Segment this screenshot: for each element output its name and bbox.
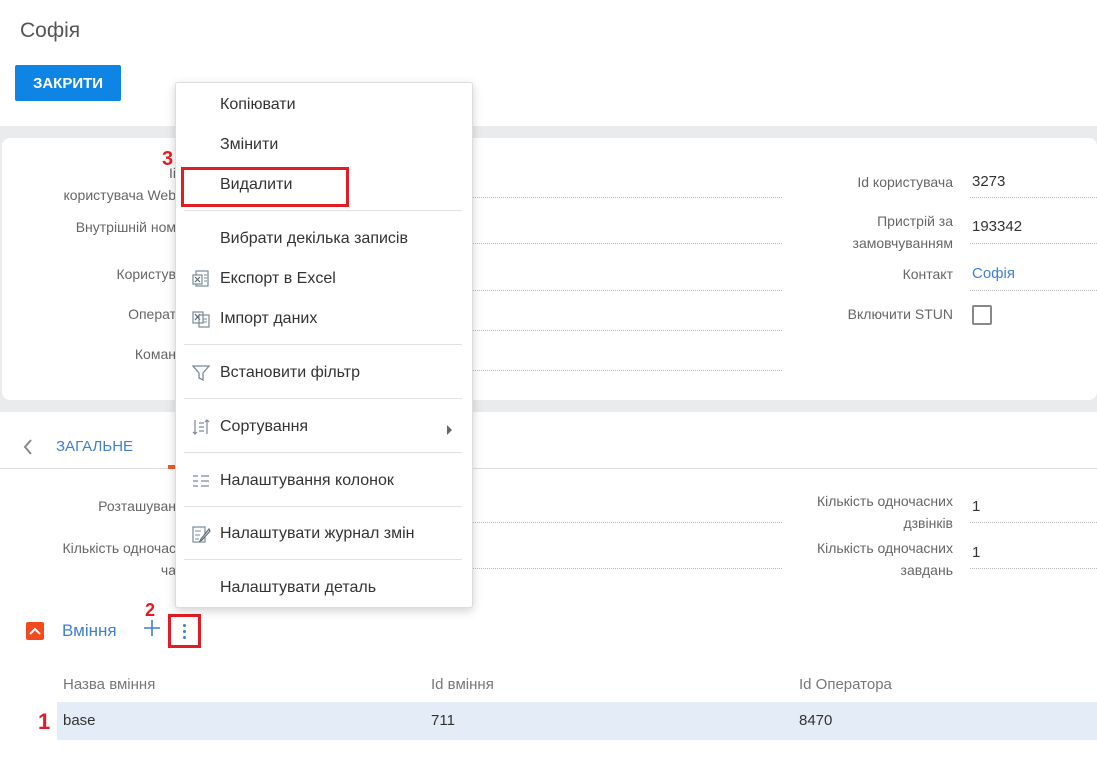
menu-item-set-filter[interactable]: Встановити фільтр <box>176 358 472 388</box>
menu-item-label: Імпорт даних <box>220 310 318 327</box>
menu-item-export-excel[interactable]: Експорт в Excel <box>176 264 472 294</box>
label-default-device-1: Пристрій за <box>877 213 953 229</box>
submenu-arrow-icon <box>446 422 453 440</box>
label-tasks-2: завдань <box>900 562 953 578</box>
context-menu: Копіювати Змінити Видалити Вибрати декіл… <box>175 82 473 608</box>
field-team[interactable] <box>472 370 782 371</box>
sort-icon <box>191 417 211 437</box>
menu-item-label: Налаштувати журнал змін <box>220 525 415 542</box>
label-calls-2: дзвінків <box>903 515 953 531</box>
label-calls-1: Кількість одночасних <box>816 493 953 509</box>
label-user-id: Id користувача <box>857 174 953 190</box>
label-location: Розташуван <box>98 498 176 514</box>
label-contact: Контакт <box>902 266 953 282</box>
columns-settings-icon <box>191 471 211 491</box>
filter-icon <box>191 363 211 383</box>
tab-divider <box>0 468 1097 469</box>
menu-item-label: Налаштування колонок <box>220 472 394 489</box>
menu-item-select-multiple[interactable]: Вибрати декілька записів <box>176 224 472 254</box>
field-calls <box>970 522 1097 523</box>
more-vertical-icon <box>183 623 186 639</box>
field-operator[interactable] <box>472 330 782 331</box>
field-simultaneous-chats[interactable] <box>472 568 782 569</box>
menu-item-change-log[interactable]: Налаштувати журнал змін <box>176 519 472 549</box>
tab-scroll-left-icon[interactable] <box>22 438 34 461</box>
column-header-skill-id[interactable]: Id вміння <box>431 676 494 693</box>
field-internal-number[interactable] <box>472 243 782 244</box>
stun-checkbox[interactable] <box>972 305 992 325</box>
menu-item-label: Встановити фільтр <box>220 364 360 381</box>
collapse-detail-icon[interactable] <box>26 622 44 640</box>
menu-divider <box>184 210 462 211</box>
step-marker-2: 2 <box>145 600 156 620</box>
menu-item-import-data[interactable]: Імпорт даних <box>176 304 472 334</box>
menu-divider <box>184 506 462 507</box>
field-user-id <box>970 197 1097 198</box>
label-tasks-1: Кількість одночасних <box>816 540 953 556</box>
menu-divider <box>184 398 462 399</box>
cell-skill-id: 711 <box>431 712 455 729</box>
menu-item-label: Вибрати декілька записів <box>220 230 408 247</box>
label-operator: Операт <box>128 306 176 322</box>
menu-item-edit[interactable]: Змінити <box>176 130 472 160</box>
table-row[interactable] <box>57 702 1097 740</box>
label-simultaneous-1: Кількість одночас <box>62 540 177 556</box>
label-simultaneous-2: ча <box>160 562 176 578</box>
step-marker-3: 3 <box>162 148 174 170</box>
change-log-icon <box>191 524 211 544</box>
more-actions-button[interactable] <box>168 614 201 648</box>
menu-item-columns-settings[interactable]: Налаштування колонок <box>176 466 472 496</box>
contact-link[interactable]: Софія <box>972 265 1015 282</box>
label-default-device-2: замовчуванням <box>852 235 953 251</box>
user-id-value[interactable]: 3273 <box>972 173 1005 190</box>
menu-item-label: Експорт в Excel <box>220 270 336 287</box>
default-device-value[interactable]: 193342 <box>972 218 1022 235</box>
menu-item-sorting[interactable]: Сортування <box>176 412 472 442</box>
column-header-operator-id[interactable]: Id Оператора <box>799 676 892 693</box>
label-stun: Включити STUN <box>847 306 953 322</box>
label-user: Користув <box>116 266 176 282</box>
menu-divider <box>184 344 462 345</box>
label-internal-number: Внутрішній ном <box>75 219 176 235</box>
field-contact <box>970 290 1097 291</box>
calls-value[interactable]: 1 <box>972 498 980 515</box>
menu-item-label: Копіювати <box>220 96 296 113</box>
step-marker-1: 1 <box>38 709 51 734</box>
detail-title[interactable]: Вміння <box>62 621 117 641</box>
close-button[interactable]: ЗАКРИТИ <box>15 65 121 101</box>
cell-skill-name: base <box>63 712 96 729</box>
menu-item-label: Сортування <box>220 418 309 435</box>
menu-divider <box>184 559 462 560</box>
data-import-icon <box>191 309 211 329</box>
menu-item-label: Змінити <box>220 136 279 153</box>
menu-item-detail-settings[interactable]: Налаштувати деталь <box>176 573 472 603</box>
menu-item-copy[interactable]: Копіювати <box>176 90 472 120</box>
excel-export-icon <box>191 269 211 289</box>
tasks-value[interactable]: 1 <box>972 544 980 561</box>
cell-operator-id: 8470 <box>799 712 833 729</box>
field-web-user[interactable] <box>472 197 782 198</box>
field-default-device <box>970 243 1097 244</box>
page-title: Софія <box>20 19 81 42</box>
menu-item-label: Налаштувати деталь <box>220 579 377 596</box>
menu-divider <box>184 452 462 453</box>
field-tasks <box>970 568 1097 569</box>
label-team: Коман <box>134 346 176 362</box>
label-web-user-b: користувача Web <box>63 187 176 203</box>
column-header-skill-name[interactable]: Назва вміння <box>63 676 155 693</box>
field-location[interactable] <box>472 522 782 523</box>
delete-highlight-box <box>181 167 349 207</box>
field-user[interactable] <box>472 290 782 291</box>
tab-general[interactable]: ЗАГАЛЬНЕ <box>56 438 133 455</box>
